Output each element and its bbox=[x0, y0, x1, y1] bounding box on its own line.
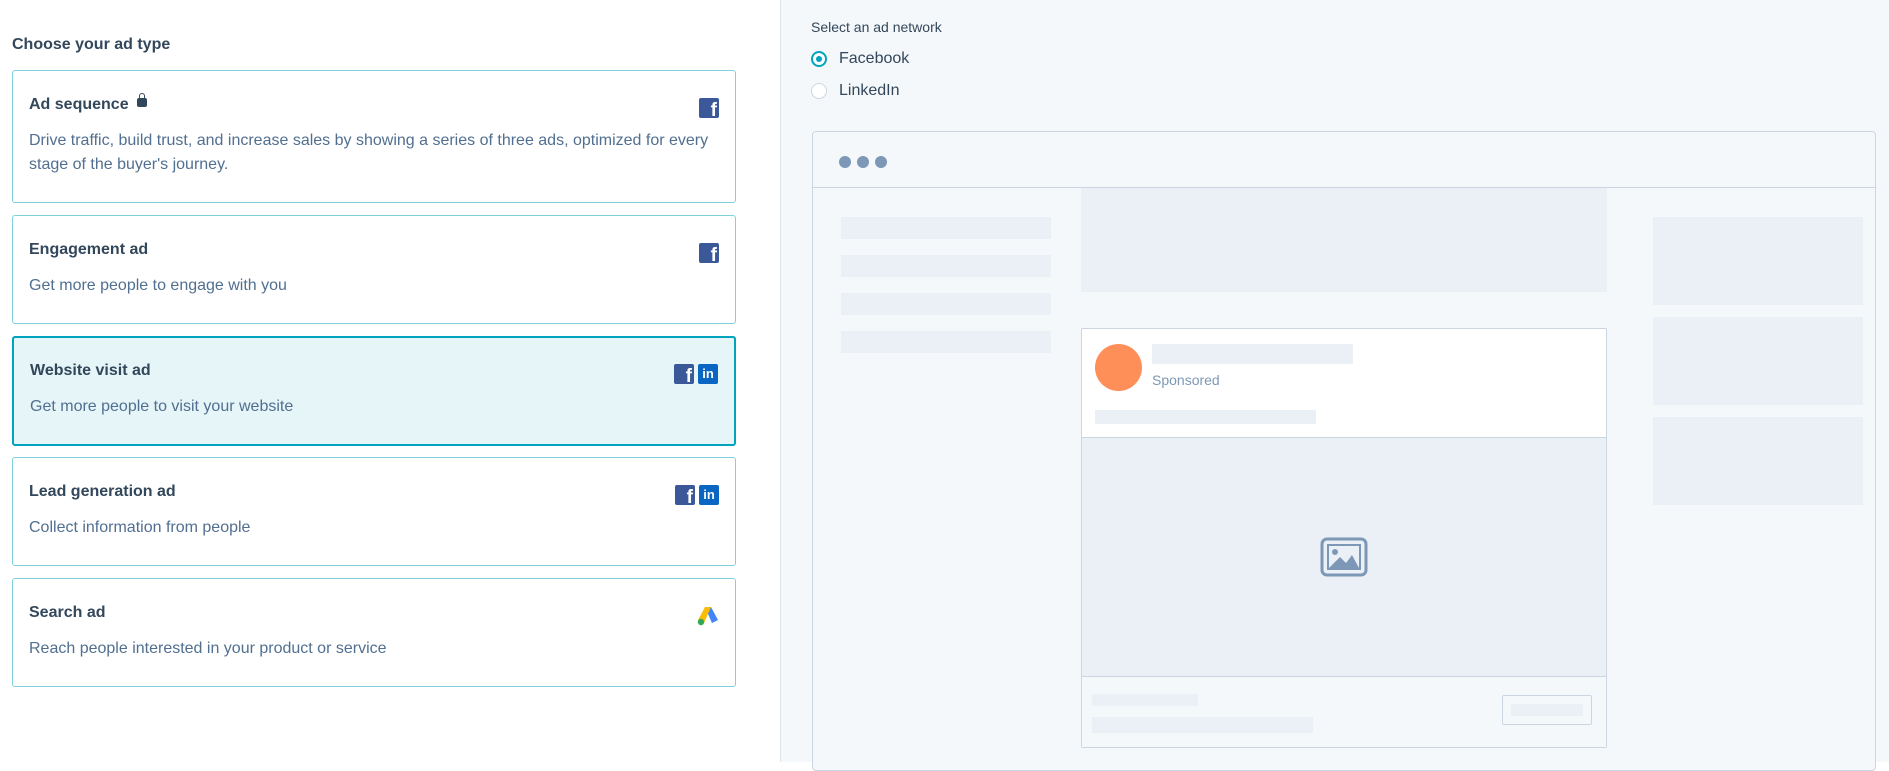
radio-button[interactable] bbox=[811, 51, 827, 67]
facebook-icon: f bbox=[675, 485, 695, 505]
skeleton-block bbox=[1653, 417, 1863, 505]
network-badges: f in bbox=[675, 485, 719, 505]
sponsored-label: Sponsored bbox=[1152, 372, 1220, 388]
facebook-icon: f bbox=[674, 364, 694, 384]
network-badges bbox=[697, 606, 719, 626]
ad-type-card-search[interactable]: Search ad Reach people interested in you… bbox=[12, 578, 736, 687]
skeleton-block bbox=[1653, 317, 1863, 405]
radio-label: LinkedIn bbox=[839, 82, 900, 99]
network-badges: f bbox=[699, 243, 719, 263]
skeleton-line bbox=[1095, 410, 1316, 424]
card-title: Lead generation ad bbox=[29, 483, 176, 500]
ad-network-label: Select an ad network bbox=[811, 19, 942, 35]
linkedin-icon: in bbox=[698, 364, 718, 384]
cta-button-placeholder bbox=[1502, 695, 1592, 725]
card-title: Search ad bbox=[29, 604, 106, 621]
network-option-facebook[interactable]: Facebook bbox=[811, 50, 909, 68]
ad-type-card-engagement[interactable]: Engagement ad Get more people to engage … bbox=[12, 215, 736, 324]
ad-type-card-lead-generation[interactable]: Lead generation ad Collect information f… bbox=[12, 457, 736, 566]
ad-type-heading: Choose your ad type bbox=[12, 36, 171, 53]
google-ads-icon bbox=[697, 607, 718, 626]
skeleton-line bbox=[1092, 694, 1198, 706]
image-placeholder-icon bbox=[1320, 537, 1368, 577]
ad-preview-browser: Sponsored bbox=[812, 131, 1876, 771]
card-description: Get more people to engage with you bbox=[29, 277, 287, 294]
network-badges: f in bbox=[674, 364, 718, 384]
browser-toolbar bbox=[813, 132, 1875, 188]
ad-type-panel: Choose your ad type Ad sequence Drive tr… bbox=[0, 0, 779, 762]
card-description: Drive traffic, build trust, and increase… bbox=[29, 132, 709, 173]
facebook-icon: f bbox=[699, 98, 719, 118]
ad-post-preview: Sponsored bbox=[1081, 328, 1607, 748]
ad-type-card-ad-sequence[interactable]: Ad sequence Drive traffic, build trust, … bbox=[12, 70, 736, 203]
linkedin-icon: in bbox=[699, 485, 719, 505]
ad-preview-panel: Select an ad network Facebook LinkedIn S… bbox=[780, 0, 1889, 771]
radio-button[interactable] bbox=[811, 83, 827, 99]
skeleton-line bbox=[1152, 344, 1353, 364]
lock-icon bbox=[136, 93, 147, 107]
card-title: Engagement ad bbox=[29, 241, 149, 258]
avatar bbox=[1095, 344, 1142, 391]
card-description: Reach people interested in your product … bbox=[29, 640, 387, 657]
card-title: Ad sequence bbox=[29, 96, 129, 113]
network-badges: f bbox=[699, 98, 719, 118]
card-description: Get more people to visit your website bbox=[30, 398, 294, 415]
card-description: Collect information from people bbox=[29, 519, 251, 536]
radio-label: Facebook bbox=[839, 50, 910, 67]
facebook-icon: f bbox=[699, 243, 719, 263]
skeleton-block bbox=[1653, 217, 1863, 305]
skeleton-line bbox=[841, 255, 1051, 277]
skeleton-line bbox=[1092, 717, 1313, 733]
card-title: Website visit ad bbox=[30, 362, 151, 379]
network-option-linkedin[interactable]: LinkedIn bbox=[811, 82, 900, 100]
skeleton-line bbox=[841, 217, 1051, 239]
ad-image-placeholder bbox=[1082, 437, 1606, 677]
skeleton-line bbox=[841, 293, 1051, 315]
ad-type-card-website-visit[interactable]: Website visit ad Get more people to visi… bbox=[12, 336, 736, 446]
skeleton-line bbox=[841, 331, 1051, 353]
ad-post-footer bbox=[1082, 677, 1606, 747]
skeleton-block bbox=[1081, 188, 1607, 292]
